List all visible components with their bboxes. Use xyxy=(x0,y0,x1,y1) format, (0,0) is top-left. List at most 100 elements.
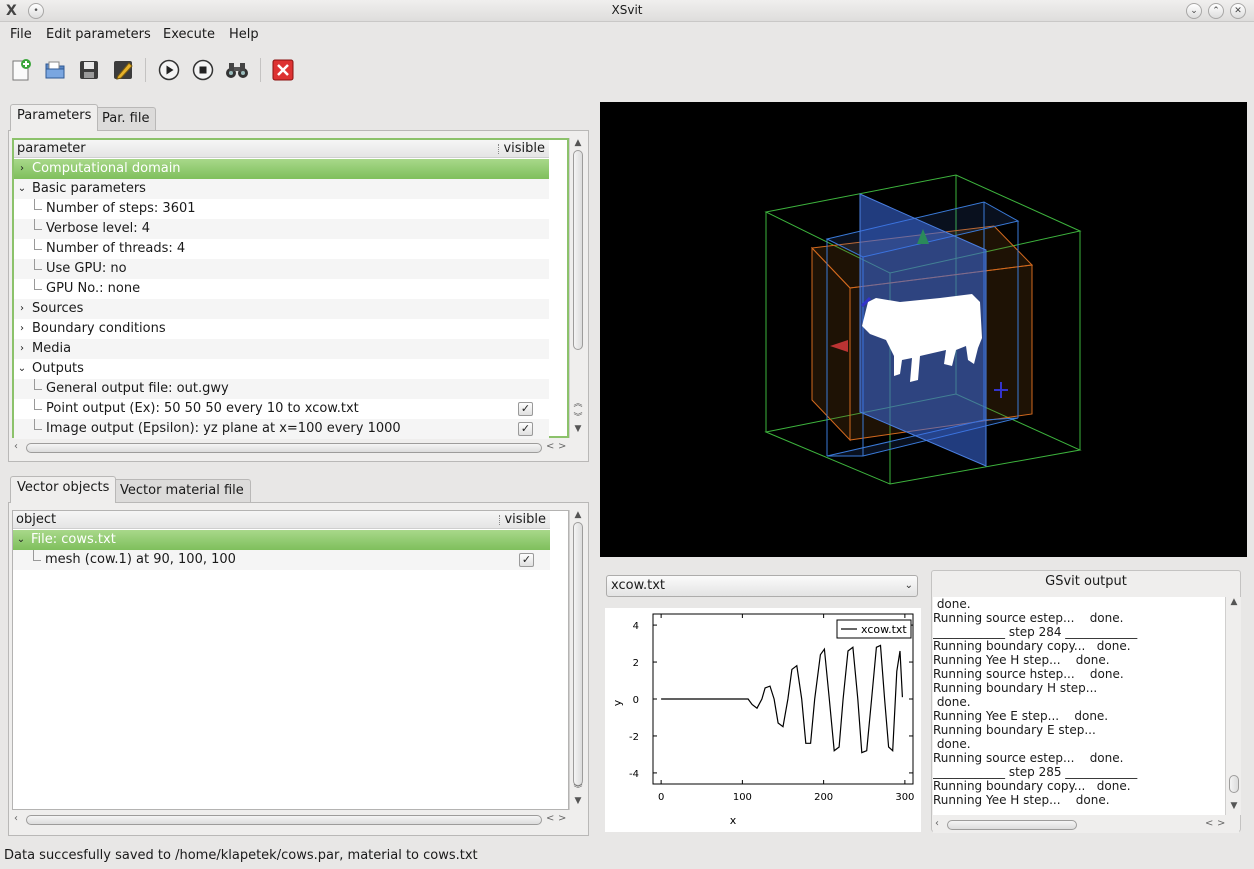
tree-row[interactable]: › Media xyxy=(14,339,549,359)
column-parameter[interactable]: parameter xyxy=(17,141,86,156)
scroll-down-icon[interactable]: ▼ xyxy=(1226,801,1242,811)
column-visible[interactable]: visible xyxy=(503,141,545,156)
tree-row[interactable]: Use GPU: no xyxy=(14,259,549,279)
tree-row[interactable]: ⌄ Outputs xyxy=(14,359,549,379)
3d-view[interactable] xyxy=(600,102,1247,557)
scroll-double-up-icon[interactable]: ︽ xyxy=(570,396,586,409)
stop-icon xyxy=(192,59,214,81)
tree-branch-line xyxy=(34,379,42,390)
output-file-select[interactable]: xcow.txt ⌄ xyxy=(606,575,918,597)
chevron-right-icon[interactable]: › xyxy=(17,339,27,359)
scroll-down-icon[interactable]: ▼ xyxy=(570,424,586,434)
chevron-right-icon[interactable]: › xyxy=(17,319,27,339)
column-visible[interactable]: visible xyxy=(504,512,546,527)
scroll-up-icon[interactable]: ▲ xyxy=(1226,597,1242,607)
x-tick-label: 300 xyxy=(895,792,914,803)
save-button[interactable] xyxy=(76,57,102,83)
tree-row[interactable]: Number of steps: 3601 xyxy=(14,199,549,219)
tree-row[interactable]: › Sources xyxy=(14,299,549,319)
tree-row[interactable]: › Boundary conditions xyxy=(14,319,549,339)
chevron-down-icon[interactable]: ⌄ xyxy=(16,530,26,550)
chevron-right-icon[interactable]: › xyxy=(17,159,27,179)
close-window-button[interactable]: ✕ xyxy=(1230,3,1246,19)
scroll-nav-right-icon[interactable]: > xyxy=(558,813,566,824)
chevron-right-icon[interactable]: › xyxy=(17,299,27,319)
quit-button[interactable] xyxy=(270,57,296,83)
vector-tree-hscroll[interactable]: ‹ < > xyxy=(12,812,572,828)
tree-row-label: Boundary conditions xyxy=(32,321,166,336)
scroll-thumb[interactable] xyxy=(947,820,1077,830)
tree-row[interactable]: › Computational domain xyxy=(14,159,549,179)
menu-edit-parameters[interactable]: Edit parameters xyxy=(46,27,151,42)
tree-row[interactable]: ⌄ File: cows.txt xyxy=(13,530,550,550)
visible-checkbox[interactable]: ✓ xyxy=(518,402,533,416)
parameter-tree-hscroll[interactable]: ‹ < > xyxy=(12,440,572,456)
output-vscroll[interactable]: ▲ ▼ xyxy=(1225,597,1241,815)
tree-row-label: GPU No.: none xyxy=(46,281,141,296)
scroll-left-icon[interactable]: ‹ xyxy=(14,813,18,824)
log-line: done. xyxy=(933,597,971,611)
tree-branch-line xyxy=(34,399,42,410)
open-file-button[interactable] xyxy=(42,57,68,83)
scroll-double-down-icon[interactable]: ︾ xyxy=(570,782,586,795)
tree-row[interactable]: General output file: out.gwy xyxy=(14,379,549,399)
scroll-up-icon[interactable]: ▲ xyxy=(570,510,586,520)
tree-row[interactable]: mesh (cow.1) at 90, 100, 100 ✓ xyxy=(13,550,550,570)
log-line: Running Yee H step... done. xyxy=(933,793,1110,807)
gsvit-output-panel: GSvit output done. Running source estep..… xyxy=(931,570,1241,833)
new-file-button[interactable] xyxy=(8,57,34,83)
menu-file[interactable]: File xyxy=(10,27,32,42)
log-line: ____________ step 284 ____________ xyxy=(933,625,1138,639)
visible-checkbox[interactable]: ✓ xyxy=(519,553,534,567)
scroll-nav-left-icon[interactable]: < xyxy=(546,813,554,824)
scroll-left-icon[interactable]: ‹ xyxy=(935,818,939,829)
scroll-nav-left-icon[interactable]: < xyxy=(546,441,554,452)
tree-row[interactable]: GPU No.: none xyxy=(14,279,549,299)
tab-vector-material-file[interactable]: Vector material file xyxy=(113,479,251,503)
chevron-down-icon[interactable]: ⌄ xyxy=(17,359,27,379)
output-hscroll[interactable]: ‹ < > xyxy=(933,817,1239,833)
view-results-button[interactable] xyxy=(224,57,250,83)
column-object[interactable]: object xyxy=(16,512,56,527)
minimize-button[interactable]: ⌄ xyxy=(1186,3,1202,19)
gsvit-output-log[interactable]: done. Running source estep... done. ______… xyxy=(933,597,1225,815)
tree-row[interactable]: Point output (Ex): 50 50 50 every 10 to … xyxy=(14,399,549,419)
visible-checkbox[interactable]: ✓ xyxy=(518,422,533,436)
parameter-tree-vscroll[interactable]: ▲ ︽ ︾ ▼ xyxy=(569,138,585,438)
parameter-tree[interactable]: parameter visible › Computational domain ⌄… xyxy=(12,138,569,439)
scroll-down-icon[interactable]: ▼ xyxy=(570,796,586,806)
vector-object-tree[interactable]: object visible ⌄ File: cows.txt mesh (cow.… xyxy=(12,510,569,810)
gsvit-output-title: GSvit output xyxy=(1045,574,1127,589)
run-button[interactable] xyxy=(156,57,182,83)
3d-scene[interactable] xyxy=(600,102,1247,557)
scroll-nav-right-icon[interactable]: > xyxy=(558,441,566,452)
point-output-plot: 0 100 200 300 4 2 0 -2 -4 x y xcow.txt xyxy=(605,608,921,832)
scroll-nav-left-icon[interactable]: < xyxy=(1205,818,1213,829)
tree-row[interactable]: Image output (Epsilon): yz plane at x=10… xyxy=(14,419,549,439)
chevron-down-icon[interactable]: ⌄ xyxy=(17,179,27,199)
scroll-thumb[interactable] xyxy=(1229,775,1239,793)
maximize-button[interactable]: ⌃ xyxy=(1208,3,1224,19)
tree-row[interactable]: Verbose level: 4 xyxy=(14,219,549,239)
menu-help[interactable]: Help xyxy=(229,27,259,42)
scroll-nav-right-icon[interactable]: > xyxy=(1217,818,1225,829)
vector-tree-vscroll[interactable]: ▲ ︾ ▼ xyxy=(569,510,585,810)
scroll-thumb[interactable] xyxy=(573,522,583,786)
tab-parameters[interactable]: Parameters xyxy=(10,104,99,131)
scroll-thumb[interactable] xyxy=(26,443,542,453)
scroll-thumb[interactable] xyxy=(26,815,542,825)
menu-execute[interactable]: Execute xyxy=(163,27,215,42)
tree-row-label: Use GPU: no xyxy=(46,261,127,276)
tab-par-file[interactable]: Par. file xyxy=(95,107,157,131)
tree-row[interactable]: ⌄ Basic parameters xyxy=(14,179,549,199)
scroll-thumb[interactable] xyxy=(573,150,583,350)
edit-button[interactable] xyxy=(110,57,136,83)
stop-button[interactable] xyxy=(190,57,216,83)
scroll-up-icon[interactable]: ▲ xyxy=(570,138,586,148)
scroll-left-icon[interactable]: ‹ xyxy=(14,441,18,452)
log-line: Running source hstep... done. xyxy=(933,667,1124,681)
tree-branch-line xyxy=(34,279,42,290)
scroll-double-down-icon[interactable]: ︾ xyxy=(570,410,586,423)
tree-row[interactable]: Number of threads: 4 xyxy=(14,239,549,259)
tab-vector-objects[interactable]: Vector objects xyxy=(10,476,117,503)
